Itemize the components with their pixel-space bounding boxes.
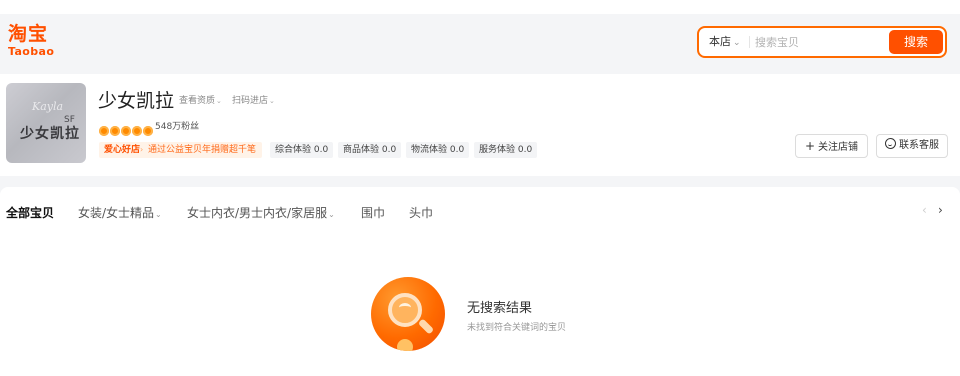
divider [749, 36, 750, 48]
metric-overall: 综合体验 0.0 [270, 142, 334, 158]
metric-logistics: 物流体验 0.0 [406, 142, 470, 158]
scan-qr-link[interactable]: 扫码进店⌄ [232, 93, 275, 106]
tab-label: 女装/女士精品 [78, 206, 155, 220]
main-panel: 全部宝贝 女装/女士精品⌄ 女士内衣/男士内衣/家居服⌄ 围巾 头巾 ‹ › 无… [0, 187, 960, 376]
follow-shop-label: 关注店铺 [818, 142, 859, 153]
tab-all-items[interactable]: 全部宝贝 [6, 204, 54, 221]
magnifier-handle [417, 318, 435, 335]
tab-label: 女士内衣/男士内衣/家居服 [187, 206, 328, 220]
shop-rating-icons [99, 120, 154, 136]
charity-badge[interactable]: 爱心好店 › 通过公益宝贝年捐赠超千笔 [99, 142, 262, 158]
smile-icon [885, 138, 896, 149]
taobao-logo[interactable]: 淘宝 Taobao [8, 23, 68, 63]
search-scope-label: 本店 [709, 35, 731, 48]
scan-qr-label: 扫码进店 [232, 96, 269, 106]
empty-title: 无搜索结果 [467, 301, 533, 316]
search-button[interactable]: 搜索 [889, 30, 943, 54]
rating-icon [99, 125, 109, 136]
avatar-shop-name: 少女凯拉 [20, 126, 80, 142]
site-header: 淘宝 Taobao 本店 ⌄ 搜索 [0, 14, 960, 72]
shop-avatar[interactable]: Kayla 少女凯拉 SF [6, 83, 86, 163]
chevron-right-icon: › [140, 145, 144, 154]
tab-headscarves[interactable]: 头巾 [409, 204, 433, 221]
coin-decoration [397, 339, 413, 351]
avatar-script-text: Kayla [32, 100, 64, 113]
shop-name: 少女凯拉 [98, 90, 175, 112]
contact-service-label: 联系客服 [899, 140, 939, 151]
logo-english: Taobao [8, 45, 55, 58]
rating-icon [110, 125, 120, 136]
follow-shop-button[interactable]: + 关注店铺 [795, 134, 868, 158]
charity-tag: 爱心好店 [104, 145, 141, 155]
tab-womens-clothing[interactable]: 女装/女士精品⌄ [78, 204, 162, 221]
empty-subtitle: 未找到符合关键词的宝贝 [467, 323, 567, 333]
rating-icon [143, 125, 153, 136]
view-credentials-label: 查看资质 [179, 96, 216, 106]
chevron-down-icon: ⌄ [328, 210, 335, 219]
chevron-down-icon: ⌄ [269, 97, 275, 105]
fans-count: 548万粉丝 [155, 122, 200, 132]
avatar-mark: SF [64, 115, 75, 125]
metric-service: 服务体验 0.0 [474, 142, 538, 158]
tab-underwear-homewear[interactable]: 女士内衣/男士内衣/家居服⌄ [187, 204, 335, 221]
tab-label: 头巾 [409, 206, 434, 220]
search-input[interactable] [755, 31, 885, 53]
empty-search-illustration [371, 277, 445, 351]
tab-scarves[interactable]: 围巾 [361, 204, 385, 221]
tab-label: 围巾 [361, 206, 386, 220]
search-bar: 本店 ⌄ 搜索 [697, 26, 947, 58]
contact-service-button[interactable]: 联系客服 [876, 134, 948, 158]
chevron-down-icon: ⌄ [216, 97, 222, 105]
chevron-right-icon[interactable]: › [938, 203, 943, 217]
top-strip [0, 0, 960, 14]
rating-icon [132, 125, 142, 136]
chevron-down-icon: ⌄ [733, 38, 741, 48]
charity-text: 通过公益宝贝年捐赠超千笔 [148, 145, 257, 155]
magnifier-lens [388, 293, 422, 327]
view-credentials-link[interactable]: 查看资质⌄ [179, 93, 222, 106]
chevron-left-icon[interactable]: ‹ [922, 203, 927, 217]
metric-product: 商品体验 0.0 [338, 142, 402, 158]
search-scope-select[interactable]: 本店 ⌄ [709, 28, 741, 56]
logo-chinese: 淘宝 [8, 23, 49, 45]
rating-icon [121, 125, 131, 136]
chevron-down-icon: ⌄ [155, 210, 162, 219]
tab-label: 全部宝贝 [6, 206, 55, 220]
plus-icon: + [804, 139, 816, 153]
shop-info-card: Kayla 少女凯拉 SF 少女凯拉 查看资质⌄ 扫码进店⌄ 548万粉丝 爱心… [0, 74, 960, 176]
